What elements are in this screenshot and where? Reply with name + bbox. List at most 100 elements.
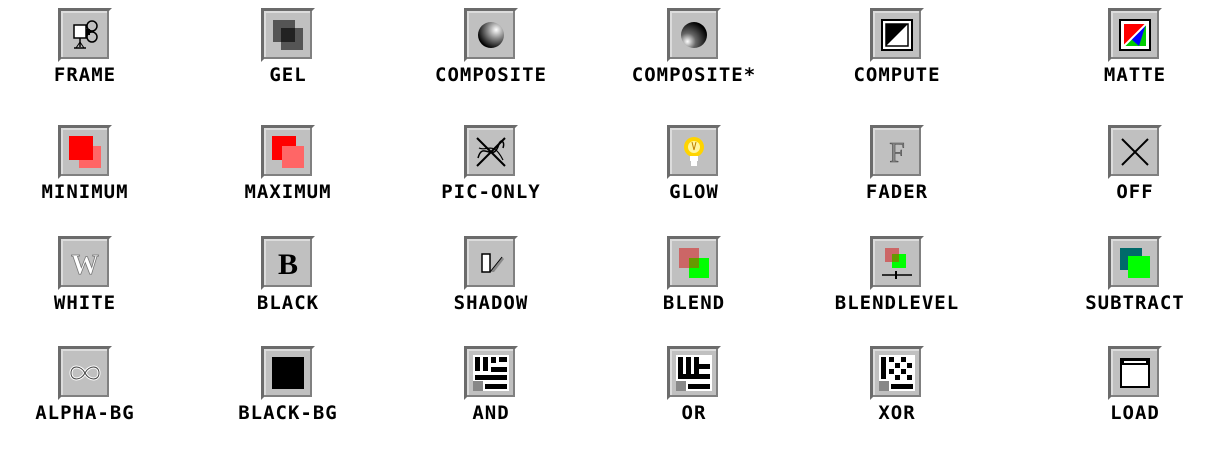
off-button[interactable] [1108,125,1162,179]
alpha-bg-label: ALPHA-BG [35,402,135,424]
load-label: LOAD [1110,402,1160,424]
shaded-sphere-icon [478,22,504,48]
maximum-button[interactable] [261,125,315,179]
white-button[interactable]: W [58,236,112,290]
and-pattern-icon [473,355,509,391]
black-bg-label: BLACK-BG [238,402,338,424]
tool-blendlevel: BLENDLEVEL [797,236,997,346]
tool-load: LOAD [1035,346,1220,456]
letter-b-icon: B [278,248,298,281]
blendlevel-button[interactable] [870,236,924,290]
and-label: AND [472,402,510,424]
tool-or: OR [594,346,794,456]
tool-composite: COMPOSITE [391,8,591,118]
tool-and: AND [391,346,591,456]
tool-gel: GEL [188,8,388,118]
overlapping-squares-icon [273,20,303,50]
lightbulb-glow-icon [684,137,704,166]
or-button[interactable] [667,346,721,400]
shadow-label: SHADOW [453,292,529,314]
blendlevel-label: BLENDLEVEL [834,292,960,314]
alpha-loop-icon [69,365,101,381]
subtract-label: SUBTRACT [1085,292,1185,314]
gel-button[interactable] [261,8,315,62]
composite-label: COMPOSITE [435,64,547,86]
pic-only-label: PIC-ONLY [441,181,541,203]
composite-label: COMPOSITE* [631,64,757,86]
window-icon [1120,358,1150,388]
fader-label: FADER [865,181,929,203]
black-button[interactable]: B [261,236,315,290]
subtract-button[interactable] [1108,236,1162,290]
crossed-out-scribble-icon [476,137,506,167]
compute-label: COMPUTE [853,64,941,86]
tool-composite: COMPOSITE* [594,8,794,118]
frame-button[interactable] [58,8,112,62]
off-label: OFF [1116,181,1154,203]
tool-alpha-bg: ALPHA-BG [0,346,185,456]
load-button[interactable] [1108,346,1162,400]
tool-pic-only: PIC-ONLY [391,125,591,235]
or-pattern-icon [676,355,712,391]
maximum-label: MAXIMUM [244,181,332,203]
color-matte-icon [1119,19,1151,51]
xor-button[interactable] [870,346,924,400]
black-label: BLACK [256,292,320,314]
blend-label: BLEND [662,292,726,314]
dark-sphere-icon [681,22,707,48]
tool-black: B BLACK [188,236,388,346]
xor-pattern-icon [879,355,915,391]
letter-w-icon: W [71,250,100,281]
or-label: OR [681,402,707,424]
glow-label: GLOW [669,181,719,203]
glow-button[interactable] [667,125,721,179]
alpha-bg-button[interactable] [58,346,112,400]
diagonal-split-square-icon [881,19,913,51]
tool-subtract: SUBTRACT [1035,236,1220,346]
icon-button-grid: FRAME GEL COMPOSITE COMPOSITE* COMPUTE MATTE M… [0,0,1220,450]
tool-frame: FRAME [0,8,185,118]
xor-label: XOR [878,402,916,424]
composite-button[interactable] [667,8,721,62]
matte-button[interactable] [1108,8,1162,62]
tool-compute: COMPUTE [797,8,997,118]
tool-maximum: MAXIMUM [188,125,388,235]
svg-text:B: B [278,248,298,281]
maximum-squares-icon [272,136,304,168]
letter-f-icon: F [889,138,905,170]
film-camera-icon [73,20,98,49]
blend-level-slider-icon [882,248,912,279]
and-button[interactable] [464,346,518,400]
tool-matte: MATTE [1035,8,1220,118]
minimum-label: MINIMUM [41,181,129,203]
tool-fader: F FADER [797,125,997,235]
tool-xor: XOR [797,346,997,456]
pic-only-button[interactable] [464,125,518,179]
frame-label: FRAME [53,64,117,86]
subtract-squares-icon [1120,248,1150,278]
tool-minimum: MINIMUM [0,125,185,235]
blend-squares-icon [679,248,709,278]
blend-button[interactable] [667,236,721,290]
fader-button[interactable]: F [870,125,924,179]
svg-text:W: W [71,250,99,281]
shadow-shape-icon [481,253,504,273]
shadow-button[interactable] [464,236,518,290]
tool-shadow: SHADOW [391,236,591,346]
tool-black-bg: BLACK-BG [188,346,388,456]
white-label: WHITE [53,292,117,314]
svg-text:F: F [889,138,905,169]
gel-label: GEL [269,64,307,86]
composite-button[interactable] [464,8,518,62]
tool-blend: BLEND [594,236,794,346]
x-cross-icon [1121,138,1149,166]
black-square-icon [272,357,304,389]
tool-off: OFF [1035,125,1220,235]
tool-glow: GLOW [594,125,794,235]
minimum-squares-icon [69,136,101,168]
black-bg-button[interactable] [261,346,315,400]
compute-button[interactable] [870,8,924,62]
tool-white: W WHITE [0,236,185,346]
matte-label: MATTE [1103,64,1167,86]
minimum-button[interactable] [58,125,112,179]
